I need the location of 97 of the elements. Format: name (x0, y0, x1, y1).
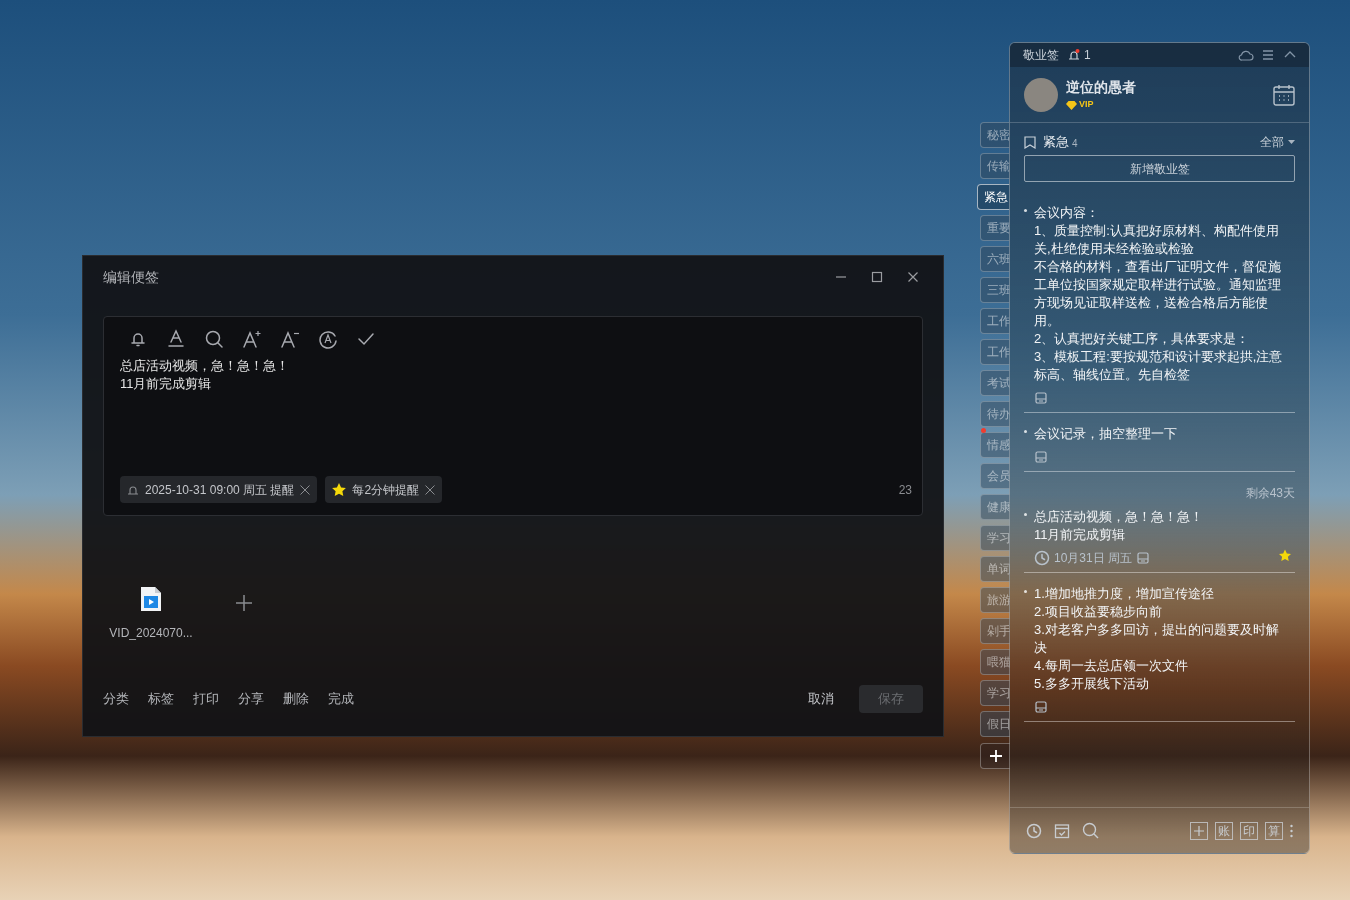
clock-icon[interactable] (1026, 822, 1042, 839)
window-title: 编辑便签 (103, 267, 160, 287)
tag-label: 2025-10-31 09:00 周五 提醒 (145, 481, 295, 499)
category-tab[interactable]: 情感 (980, 432, 1010, 458)
category-tab[interactable]: 学习 (980, 525, 1010, 551)
close-icon[interactable] (299, 483, 312, 496)
add-attachment-icon[interactable] (235, 594, 253, 612)
note-text-line: 1、质量控制:认真把好原材料、构配件使用关,杜绝使用未经检验或检验 (1034, 222, 1280, 258)
search-icon[interactable] (204, 329, 224, 349)
star-icon[interactable] (1278, 549, 1292, 563)
note-text-line: 1.增加地推力度，增加宣传途径 (1034, 585, 1215, 603)
days-remaining: 剩余43天 (1245, 485, 1295, 502)
bell-icon[interactable] (1067, 48, 1081, 62)
note-text-line: 2.项目收益要稳步向前 (1034, 603, 1163, 621)
category-tab[interactable]: 旅游 (980, 587, 1010, 613)
note-text-line: 11月前完成剪辑 (1034, 526, 1127, 544)
action-link[interactable]: 完成 (328, 689, 354, 709)
app-name: 敬业签 (1023, 47, 1059, 64)
category-tab[interactable]: 考试 (980, 370, 1010, 396)
category-tab[interactable]: 重要 (980, 215, 1010, 241)
note-text-line: 2、认真把好关键工序，具体要求是： (1034, 330, 1251, 348)
tag-label: 每2分钟提醒 (352, 481, 420, 499)
note-text-line: 总店活动视频，急！急！急！ (120, 357, 290, 375)
category-tab[interactable]: 秘密 (980, 122, 1010, 148)
category-tab[interactable]: 三班 (980, 277, 1010, 303)
tool-button[interactable]: 账 (1215, 821, 1233, 840)
note-count: 4 (1072, 136, 1078, 151)
category-tab[interactable]: 工作 (980, 308, 1010, 334)
action-link[interactable]: 打印 (193, 689, 219, 709)
action-link[interactable]: 删除 (283, 689, 309, 709)
note-text-line: 3、模板工程:要按规范和设计要求起拱,注意标高、轴线位置。先自检签 (1034, 348, 1284, 384)
reminder-tag[interactable]: 每2分钟提醒 (325, 476, 443, 503)
close-icon[interactable] (907, 271, 919, 283)
inbox-icon (1034, 450, 1048, 464)
category-tab[interactable]: 学习 (980, 680, 1010, 706)
note-text-line: 4.每周一去总店领一次文件 (1034, 657, 1189, 675)
note-item[interactable]: 1.增加地推力度，增加宣传途径 2.项目收益要稳步向前 3.对老客户多多回访，提出的问题要及时解决 4.每周一去总店领一次文件 5.多多开展线下活动 (1024, 585, 1295, 722)
font-reset-icon[interactable] (318, 329, 338, 349)
font-increase-icon[interactable] (242, 329, 262, 349)
due-date: 10月31日 周五 (1054, 550, 1133, 567)
bookmark-icon (1024, 135, 1036, 149)
calendar-icon[interactable] (1273, 83, 1295, 106)
filter-dropdown[interactable]: 全部 (1260, 133, 1295, 151)
category-tab[interactable]: 单词 (980, 556, 1010, 582)
vip-label: VIP (1079, 98, 1094, 112)
category-title: 紧急 (1043, 133, 1069, 152)
note-text-line: 总店活动视频，急！急！急！ (1034, 508, 1204, 526)
category-tab[interactable]: 紧急 (977, 184, 1010, 210)
inbox-icon (1136, 551, 1151, 565)
inbox-icon (1034, 700, 1048, 714)
reminder-tag[interactable]: 2025-10-31 09:00 周五 提醒 (120, 476, 318, 503)
maximize-icon[interactable] (871, 271, 883, 283)
category-tab[interactable]: 六班 (980, 246, 1010, 272)
editor-box[interactable]: 总店活动视频，急！急！急！ 11月前完成剪辑 2025-10-31 09:00 周五 提醒 每2分钟提醒 23 (103, 316, 923, 516)
inbox-icon (1034, 391, 1048, 405)
category-tab[interactable]: 会员 (980, 463, 1010, 489)
action-link[interactable]: 分类 (103, 689, 129, 709)
tool-button[interactable]: 算 (1265, 821, 1283, 840)
note-item[interactable]: 会议记录，抽空整理一下 (1024, 425, 1295, 472)
note-text-line: 不合格的材料，查看出厂证明文件，督促施工单位按国家规定取样进行试验。通知监理方现场见证取样送检，送检合格后方能使用。 (1034, 258, 1282, 330)
video-file-icon[interactable] (140, 586, 162, 612)
user-name: 逆位的愚者 (1066, 78, 1137, 98)
category-tab[interactable]: 喂猫 (980, 649, 1010, 675)
note-text-line: 会议记录，抽空整理一下 (1034, 425, 1178, 443)
note-text-line: 11月前完成剪辑 (120, 375, 213, 393)
plus-icon (1194, 825, 1204, 836)
add-button[interactable] (1190, 821, 1208, 840)
notification-count: 1 (1084, 47, 1091, 64)
new-note-button[interactable]: 新增敬业签 (1024, 155, 1295, 182)
more-icon[interactable] (1290, 823, 1293, 838)
clock-icon (1034, 550, 1050, 566)
note-text-line: 3.对老客户多多回访，提出的问题要及时解决 (1034, 621, 1280, 657)
action-link[interactable]: 分享 (238, 689, 264, 709)
add-category-button[interactable] (980, 743, 1010, 769)
category-tab[interactable]: 工作 (980, 339, 1010, 365)
category-tab[interactable]: 剁手 (980, 618, 1010, 644)
calendar-check-icon[interactable] (1054, 822, 1070, 839)
category-tab[interactable]: 健康 (980, 494, 1010, 520)
note-text-line: 会议内容： (1034, 204, 1100, 222)
close-icon[interactable] (424, 483, 437, 496)
category-tab[interactable]: 传输 (980, 153, 1010, 179)
font-decrease-icon[interactable] (280, 329, 300, 349)
cancel-button[interactable]: 取消 (808, 689, 834, 709)
star-icon (331, 482, 348, 497)
character-count: 23 (898, 481, 912, 499)
menu-icon[interactable] (1262, 49, 1274, 61)
note-text-line: 5.多多开展线下活动 (1034, 675, 1150, 693)
note-item[interactable]: 会议内容： 1、质量控制:认真把好原材料、构配件使用关,杜绝使用未经检验或检验 不合格的材料，查看出厂证明文件，督促施工单位按国家规定取样进行试验。通知监理方现场见证取样送检，送检合格后方能使用。 2、认真把好关键工序，具体要求是： 3、模板工程:要按规范和设计要求起拱,注意标高、轴线位置。先自检签 (1024, 204, 1295, 413)
file-name: VID_2024070... (109, 625, 193, 642)
category-tab[interactable]: 假日 (980, 711, 1010, 737)
diamond-icon (1066, 100, 1077, 110)
tool-button[interactable]: 印 (1240, 821, 1258, 840)
font-color-icon[interactable] (166, 329, 186, 349)
caret-icon (1288, 140, 1295, 144)
cloud-sync-icon[interactable] (1238, 48, 1254, 62)
action-link[interactable]: 标签 (148, 689, 174, 709)
plus-icon (989, 750, 1002, 762)
